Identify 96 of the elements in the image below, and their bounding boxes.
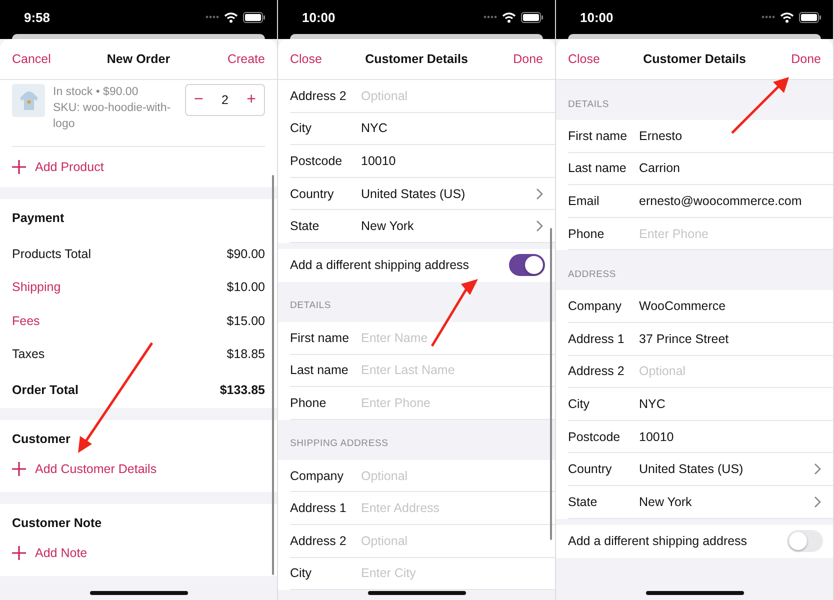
field-label: Last name — [290, 363, 350, 378]
input-field[interactable]: 10010 — [639, 430, 821, 444]
field-label: Last name — [568, 161, 628, 176]
status-time: 10:00 — [302, 10, 336, 24]
nav-left-button[interactable]: Cancel — [12, 52, 51, 66]
field-label: Address 1 — [290, 501, 348, 516]
field-label: State — [290, 219, 320, 234]
increase-button[interactable]: + — [246, 91, 256, 109]
field-label: Phone — [290, 396, 328, 410]
chevron-right-icon — [536, 188, 543, 200]
chevron-right-icon — [814, 496, 821, 508]
stock-text: In stock • $90.00 — [53, 85, 140, 100]
section-title: Customer Note — [11, 515, 103, 530]
payment-label[interactable]: Fees — [12, 314, 40, 328]
add-customer-link[interactable]: Add Customer Details — [35, 462, 157, 476]
nav-left-button[interactable]: Close — [290, 52, 322, 66]
screen-title: Customer Details — [643, 52, 746, 66]
section-header: DETAILS — [568, 98, 609, 110]
payment-value: $18.85 — [226, 347, 265, 362]
toggle-switch[interactable] — [787, 530, 823, 552]
signal-icon — [205, 15, 219, 19]
add-product-link[interactable]: Add Product — [35, 160, 104, 174]
quantity-value: 2 — [222, 93, 228, 107]
picker-value[interactable]: United States (US) — [361, 186, 536, 201]
battery-icon — [243, 12, 265, 22]
status-time: 10:00 — [580, 10, 614, 24]
chevron-right-icon — [536, 220, 543, 232]
battery-icon — [521, 12, 543, 22]
field-label: Address 2 — [568, 364, 626, 378]
field-label: Company — [290, 468, 344, 483]
payment-value: $15.00 — [226, 314, 265, 328]
payment-value: $90.00 — [226, 246, 265, 261]
plus-icon — [12, 546, 26, 560]
nav-right-button[interactable]: Create — [227, 52, 265, 66]
sku-text: SKU: woo-hoodie-with-logo — [53, 101, 172, 132]
input-field[interactable]: NYC — [361, 121, 543, 136]
battery-icon — [799, 12, 821, 22]
payment-value: $10.00 — [226, 280, 265, 294]
chevron-right-icon — [814, 463, 821, 476]
screen-title: New Order — [106, 52, 170, 66]
screen-title: Customer Details — [365, 52, 468, 66]
field-label: State — [568, 494, 598, 509]
wifi-icon — [224, 12, 238, 22]
toggle-label: Add a different shipping address — [568, 534, 748, 548]
section-title: Customer — [11, 431, 72, 446]
field-label: First name — [568, 128, 628, 143]
input-field[interactable]: NYC — [639, 396, 821, 411]
toggle-switch[interactable] — [509, 254, 545, 276]
section-header: ADDRESS — [568, 268, 616, 280]
toggle-label: Add a different shipping address — [290, 258, 470, 272]
payment-label: Order Total — [12, 382, 78, 396]
input-field[interactable]: 10010 — [361, 154, 543, 168]
section-header: DETAILS — [290, 300, 331, 312]
field-label: Postcode — [290, 154, 344, 168]
plus-icon — [12, 160, 26, 174]
picker-value[interactable]: New York — [361, 219, 536, 234]
payment-value: $133.85 — [220, 382, 265, 396]
input-field[interactable]: Carrion — [639, 161, 821, 176]
wifi-icon — [780, 12, 794, 22]
signal-icon — [483, 15, 497, 19]
field-label: First name — [290, 330, 350, 345]
field-label: Phone — [568, 226, 606, 241]
decrease-button[interactable]: − — [194, 91, 204, 109]
field-label: Email — [568, 194, 600, 208]
payment-label[interactable]: Shipping — [12, 280, 61, 294]
field-label: Address 2 — [290, 88, 348, 103]
plus-icon — [12, 462, 26, 476]
section-title: Payment — [11, 210, 66, 227]
input-field[interactable]: 37 Prince Street — [639, 332, 821, 346]
wifi-icon — [502, 12, 516, 22]
field-label: City — [290, 121, 313, 136]
field-label: Address 2 — [290, 534, 348, 548]
payment-label: Taxes — [12, 347, 45, 362]
input-field[interactable]: ernesto@woocommerce.com — [639, 194, 821, 208]
field-label: Country — [568, 462, 613, 476]
picker-value[interactable]: New York — [639, 494, 814, 509]
picker-value[interactable]: United States (US) — [639, 462, 814, 476]
status-time: 9:58 — [24, 10, 50, 24]
section-header: SHIPPING ADDRESS — [290, 438, 388, 450]
field-label: Country — [290, 186, 335, 201]
input-field[interactable]: WooCommerce — [639, 299, 821, 314]
hoodie-icon — [18, 90, 40, 110]
field-label: Address 1 — [568, 332, 626, 346]
payment-label: Products Total — [12, 246, 91, 261]
field-label: City — [290, 566, 313, 580]
nav-right-button[interactable]: Done — [513, 52, 543, 66]
add-note-link[interactable]: Add Note — [35, 546, 88, 560]
input-field[interactable]: Ernesto — [639, 128, 821, 143]
field-label: Company — [568, 299, 622, 314]
annotation-arrow — [731, 77, 789, 134]
nav-left-button[interactable]: Close — [568, 52, 600, 66]
field-label: City — [568, 396, 591, 411]
annotation-arrow — [430, 279, 478, 347]
field-label: Postcode — [568, 430, 622, 444]
signal-icon — [761, 15, 775, 19]
nav-right-button[interactable]: Done — [791, 52, 821, 66]
